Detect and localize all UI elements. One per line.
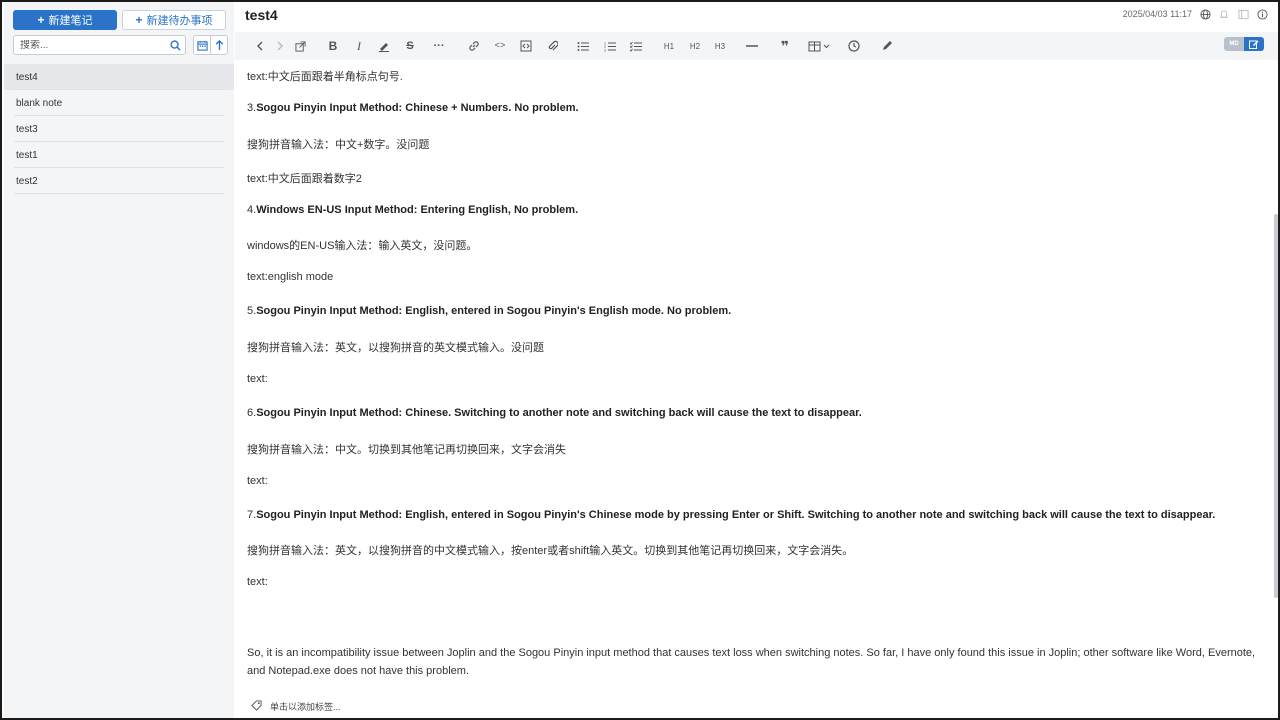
note-list-item[interactable]: blank note: [4, 90, 234, 116]
paragraph: text:中文后面跟着数字2: [247, 173, 362, 185]
heading3-button[interactable]: H3: [712, 38, 728, 54]
svg-text:3: 3: [604, 48, 606, 52]
paragraph: text:: [247, 576, 268, 588]
search-box: [13, 35, 186, 55]
clock-icon[interactable]: [846, 38, 862, 54]
summary-paragraph: So, it is an incompatibility issue betwe…: [247, 647, 1256, 677]
search-icon[interactable]: [165, 39, 185, 51]
numbered-heading: 5.Sogou Pinyin Input Method: English, en…: [247, 305, 731, 317]
back-icon[interactable]: [252, 38, 268, 54]
search-input[interactable]: [20, 39, 165, 51]
horizontal-rule-icon[interactable]: [744, 38, 760, 54]
note-title: test4: [16, 71, 38, 83]
note-list: test4 blank note test3 test1 test2: [4, 64, 234, 194]
heading-number: 5.: [247, 305, 257, 317]
strikethrough-icon[interactable]: S: [402, 38, 418, 54]
plus-icon: +: [37, 13, 45, 27]
note-title-field[interactable]: test4: [245, 7, 278, 23]
app-window: + 新建笔记 + 新建待办事项 test4 blank note test3: [2, 2, 1278, 718]
heading2-button[interactable]: H2: [687, 38, 703, 54]
inline-code-icon[interactable]: <>: [492, 38, 508, 54]
note-list-item[interactable]: test4: [4, 64, 234, 90]
editor-layout-toggle: MD: [1224, 37, 1264, 51]
scrollbar[interactable]: [1274, 214, 1278, 598]
paragraph: windows的EN-US输入法：输入英文，没问题。: [247, 240, 478, 252]
heading-number: 4.: [247, 204, 257, 216]
paragraph: text:: [247, 475, 268, 487]
heading-text: Sogou Pinyin Input Method: English, ente…: [256, 305, 732, 317]
new-note-label: 新建笔记: [48, 15, 93, 27]
paragraph: 搜狗拼音输入法：英文，以搜狗拼音的中文模式输入，按enter或者shift输入英…: [247, 545, 854, 557]
note-list-item[interactable]: test1: [4, 142, 234, 168]
heading-text: Windows EN-US Input Method: Entering Eng…: [256, 204, 579, 216]
bullet-list-icon[interactable]: [575, 38, 591, 54]
heading1-button[interactable]: H1: [661, 38, 677, 54]
note-title: blank note: [16, 97, 63, 109]
blockquote-icon[interactable]: ❞: [777, 38, 793, 54]
sort-arrow-up-icon[interactable]: [211, 36, 227, 54]
sidebar: + 新建笔记 + 新建待办事项 test4 blank note test3: [4, 2, 234, 718]
note-list-item[interactable]: test2: [4, 168, 234, 194]
new-todo-button[interactable]: + 新建待办事项: [122, 10, 226, 30]
highlight-icon[interactable]: [376, 38, 392, 54]
note-title: test1: [16, 149, 38, 161]
checklist-icon[interactable]: [628, 38, 644, 54]
heading-number: 7.: [247, 509, 257, 521]
note-title: test2: [16, 175, 38, 187]
new-todo-label: 新建待办事项: [146, 15, 213, 27]
paragraph: 搜狗拼音输入法：中文+数字。没问题: [247, 139, 430, 151]
rich-text-toggle-button[interactable]: [1244, 37, 1264, 51]
link-icon[interactable]: [466, 38, 482, 54]
paragraph: text:中文后面跟着半角标点句号.: [247, 71, 403, 83]
note-list-item[interactable]: test3: [4, 116, 234, 142]
numbered-heading: 6.Sogou Pinyin Input Method: Chinese. Sw…: [247, 407, 862, 419]
bold-icon[interactable]: B: [325, 38, 341, 54]
heading-number: 6.: [247, 407, 257, 419]
attachment-icon[interactable]: [544, 38, 560, 54]
heading-number: 3.: [247, 102, 257, 114]
external-edit-icon[interactable]: [292, 38, 308, 54]
calendar-icon[interactable]: [194, 36, 211, 54]
italic-icon[interactable]: I: [351, 38, 367, 54]
spellcheck-pen-icon[interactable]: [879, 38, 895, 54]
bell-icon[interactable]: [1218, 8, 1230, 20]
note-title: test3: [16, 123, 38, 135]
editor-pane: test4 2025/04/03 11:17 B I S ··· <> 1 2 …: [235, 2, 1278, 718]
heading-text: Sogou Pinyin Input Method: Chinese. Swit…: [256, 407, 862, 419]
heading-text: Sogou Pinyin Input Method: English, ente…: [256, 509, 1216, 521]
numbered-heading: 3.Sogou Pinyin Input Method: Chinese + N…: [247, 102, 579, 114]
info-icon[interactable]: [1256, 8, 1268, 20]
numbered-heading: 7.Sogou Pinyin Input Method: English, en…: [247, 509, 1215, 521]
editor-toolbar: B I S ··· <> 123 H1 H2 H3 ❞ MD: [235, 32, 1278, 60]
plus-icon: +: [135, 13, 143, 27]
layout-icon[interactable]: [1237, 8, 1249, 20]
new-note-button[interactable]: + 新建笔记: [13, 10, 117, 30]
sort-controls: [193, 35, 228, 55]
note-meta: 2025/04/03 11:17: [1123, 8, 1268, 20]
forward-icon[interactable]: [272, 38, 288, 54]
globe-icon[interactable]: [1199, 8, 1211, 20]
numbered-list-icon[interactable]: 123: [602, 38, 618, 54]
numbered-heading: 4.Windows EN-US Input Method: Entering E…: [247, 204, 578, 216]
paragraph: text:: [247, 373, 268, 385]
tag-placeholder: 单击以添加标签...: [270, 702, 341, 712]
paragraph: 搜狗拼音输入法：英文，以搜狗拼音的英文模式输入。没问题: [247, 342, 544, 354]
tag-icon: [251, 700, 262, 713]
heading-text: Sogou Pinyin Input Method: Chinese + Num…: [256, 102, 579, 114]
more-icon[interactable]: ···: [431, 38, 447, 54]
paragraph: 搜狗拼音输入法：中文。切换到其他笔记再切换回来，文字会消失: [247, 444, 566, 456]
tag-bar[interactable]: 单击以添加标签...: [251, 700, 341, 713]
code-block-icon[interactable]: [518, 38, 534, 54]
paragraph: text:english mode: [247, 271, 334, 283]
table-icon[interactable]: [807, 38, 833, 54]
note-timestamp: 2025/04/03 11:17: [1122, 9, 1192, 19]
markdown-toggle-button[interactable]: MD: [1224, 37, 1244, 51]
